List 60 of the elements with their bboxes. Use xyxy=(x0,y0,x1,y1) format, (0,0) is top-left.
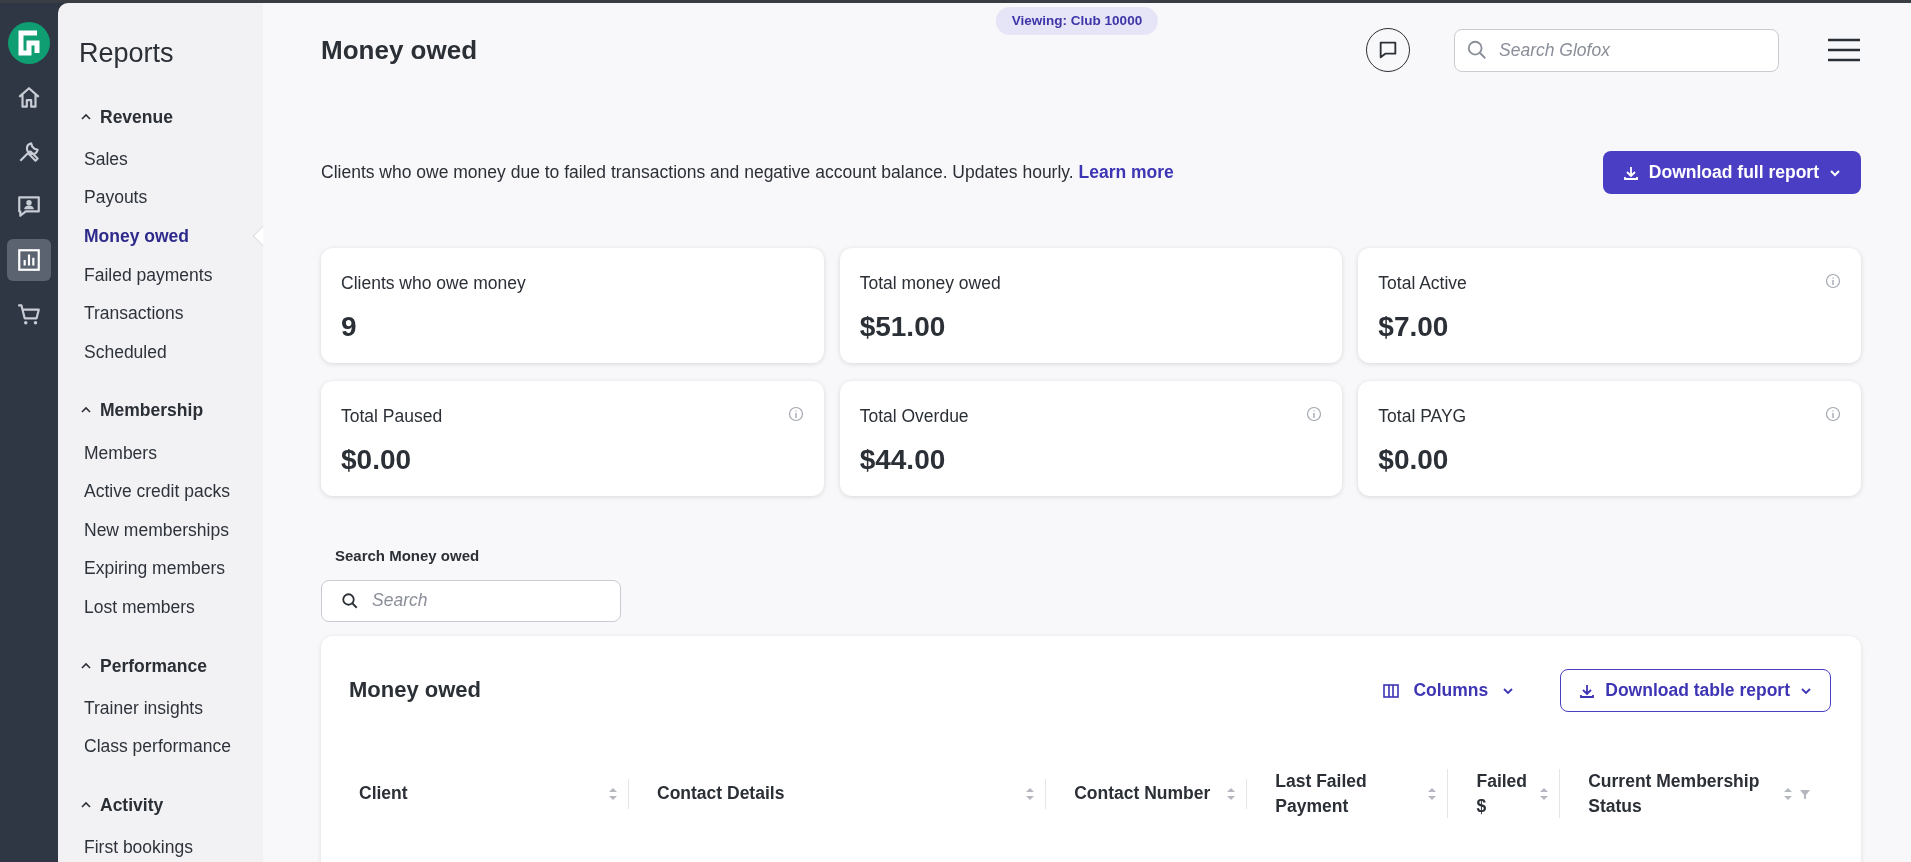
sidebar-item[interactable]: Class performance xyxy=(58,727,263,766)
sidebar-item[interactable]: Trainer insights xyxy=(58,688,263,728)
sidebar-item[interactable]: Failed payments xyxy=(58,255,263,295)
group-heading[interactable]: Membership xyxy=(100,397,204,424)
search-icon xyxy=(341,591,359,610)
columns-button[interactable]: Columns xyxy=(1377,676,1521,705)
column-header[interactable]: Client xyxy=(359,781,602,806)
search-field[interactable]: Search xyxy=(321,579,621,622)
download-report-button[interactable]: Download full report xyxy=(1602,151,1861,194)
group-heading[interactable]: Revenue xyxy=(100,103,173,130)
nav-button[interactable] xyxy=(7,239,51,281)
stat-label: Total PAYG xyxy=(1378,405,1467,428)
stat-label: Total Paused xyxy=(341,405,443,428)
sidebar-title: Reports xyxy=(78,37,175,70)
group-heading[interactable]: Activity xyxy=(100,791,164,819)
columns-icon xyxy=(1383,683,1400,698)
stat-value: $44.00 xyxy=(859,443,947,478)
group-heading[interactable]: Performance xyxy=(100,652,207,679)
home-icon xyxy=(16,85,42,111)
cart-icon xyxy=(16,301,42,327)
search-label: Search Money owed xyxy=(335,546,481,566)
stat-label: Clients who owe money xyxy=(341,272,526,295)
stat-value: $0.00 xyxy=(341,443,413,478)
sidebar-item[interactable]: Expiring members xyxy=(58,549,263,588)
sidebar-item[interactable]: First bookings xyxy=(58,828,263,862)
column-header[interactable]: Last Failed Payment xyxy=(1275,769,1422,818)
sidebar-item[interactable]: Members xyxy=(58,433,263,473)
stat-value: 9 xyxy=(341,310,358,345)
stat-value: $51.00 xyxy=(859,310,947,345)
sidebar-item[interactable]: Payouts xyxy=(58,178,263,217)
description-text: Clients who owe money due to failed transactions and negative account balance. Updates hourly. Learn more xyxy=(321,161,1174,185)
stat-label: Total Overdue xyxy=(859,405,969,428)
search-icon xyxy=(1466,39,1488,61)
download-icon xyxy=(1622,164,1639,181)
sidebar-item[interactable]: New memberships xyxy=(58,510,263,550)
menu-icon[interactable] xyxy=(1827,37,1861,63)
chat-icon xyxy=(1377,39,1399,61)
sidebar-item[interactable]: Transactions xyxy=(58,294,263,333)
viewing-badge: Viewing: Club 10000 xyxy=(995,7,1159,36)
bar-chart-icon xyxy=(16,247,42,273)
column-header[interactable]: Current Membership Status xyxy=(1588,769,1777,818)
learn-more-link[interactable]: Learn more xyxy=(1078,162,1174,183)
download-icon xyxy=(1579,682,1596,699)
stat-label: Total money owed xyxy=(859,272,1001,295)
contact-card-icon xyxy=(16,193,42,219)
sidebar-item[interactable]: Scheduled xyxy=(58,332,263,372)
column-header[interactable]: Contact Details xyxy=(657,781,1020,806)
page-title: Money owed xyxy=(321,35,477,67)
sidebar-item[interactable]: Lost members xyxy=(58,587,263,627)
column-header[interactable]: Failed $ xyxy=(1476,769,1534,818)
search-field[interactable]: Search Glofox xyxy=(1454,28,1779,72)
table-title: Money owed xyxy=(349,677,481,704)
column-header[interactable]: Contact Number xyxy=(1074,781,1221,806)
stat-label: Total Active xyxy=(1378,272,1467,295)
stat-value: $0.00 xyxy=(1378,443,1450,478)
download-table-button[interactable]: Download table report xyxy=(1560,669,1831,712)
logo-icon xyxy=(7,21,51,65)
stat-value: $7.00 xyxy=(1378,310,1450,345)
sidebar-item[interactable]: Sales xyxy=(58,139,263,179)
sidebar-item[interactable]: Active credit packs xyxy=(58,472,263,511)
